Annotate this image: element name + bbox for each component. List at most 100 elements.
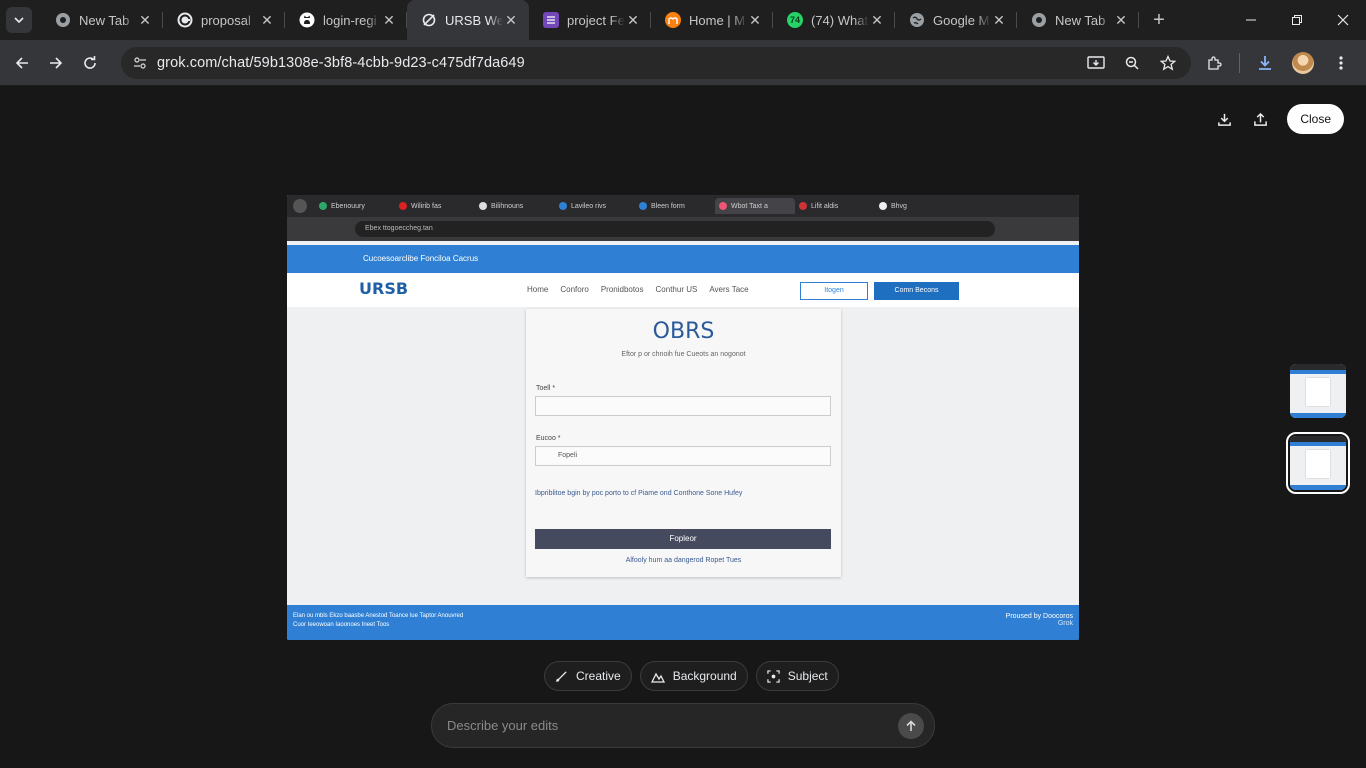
- extensions-button[interactable]: [1197, 46, 1231, 80]
- close-icon[interactable]: ✕: [1113, 12, 1129, 29]
- tab-title: Home | M: [689, 12, 746, 28]
- address-bar-actions: [1083, 47, 1181, 79]
- tab-title: New Tab: [1055, 12, 1106, 28]
- send-button[interactable]: [898, 712, 924, 739]
- preview-browser-tabs: Ebenouury Wilirib fas Bilihnouns Lavileo…: [287, 195, 1079, 217]
- chrome-menu-button[interactable]: [1324, 46, 1358, 80]
- tab-home-m[interactable]: Home | M ✕: [651, 0, 773, 40]
- browser-toolbar: grok.com/chat/59b1308e-3bf8-4cbb-9d23-c4…: [0, 40, 1366, 86]
- url-text[interactable]: grok.com/chat/59b1308e-3bf8-4cbb-9d23-c4…: [157, 55, 525, 71]
- close-icon[interactable]: ✕: [869, 12, 885, 29]
- downloads-button[interactable]: [1248, 46, 1282, 80]
- close-icon[interactable]: ✕: [381, 12, 397, 29]
- preview-tab-label: Ebenouury: [331, 202, 365, 210]
- share-image-button[interactable]: [1247, 104, 1273, 134]
- creative-chip[interactable]: Creative: [544, 661, 632, 691]
- tab-project-fe[interactable]: project Fe ✕: [529, 0, 651, 40]
- preview-footer-text: Cuor Ieeowoan Iaoonoes Ineet Toos: [293, 622, 390, 628]
- preview-tab: Ebenouury: [315, 198, 395, 214]
- preview-footer: Elan ou mbls Ekzo baasbe Anestod Toance …: [287, 605, 1079, 640]
- install-app-icon[interactable]: [1083, 55, 1109, 71]
- preview-tab: Bhvg: [875, 198, 955, 214]
- preview-banner: Cucoesoarclibe Fonciloa Cacrus: [287, 245, 1079, 273]
- new-tab-button[interactable]: +: [1145, 6, 1173, 34]
- grammarly-icon: [177, 12, 193, 28]
- preview-subtitle: Eftor p or chnoih fue Cueots an nogonot: [621, 351, 746, 358]
- preview-tab: Lavileo rivs: [555, 198, 635, 214]
- preview-tab: Wbot Taxt a: [715, 198, 795, 214]
- close-icon[interactable]: ✕: [503, 12, 519, 29]
- chrome-icon: [1031, 12, 1047, 28]
- preview-tab-label: Wilirib fas: [411, 202, 442, 210]
- close-window-button[interactable]: [1320, 0, 1366, 40]
- minimize-button[interactable]: [1228, 0, 1274, 40]
- arrow-up-icon: [906, 719, 916, 731]
- tab-list: New Tab ✕ proposal ✕ login-regi ✕ URSB W…: [41, 0, 1139, 40]
- preview-register-button: Comn Becons: [874, 282, 959, 300]
- globe-icon: [909, 12, 925, 28]
- tab-google-m[interactable]: Google M ✕: [895, 0, 1017, 40]
- arrow-right-icon: [50, 56, 63, 69]
- image-version-thumbnail[interactable]: [1290, 364, 1346, 418]
- preview-address-bar: Ebex ttogoeccheg.tan: [355, 221, 995, 237]
- preview-nav-links: Home Conforo Pronidbotos Conthur US Aver…: [527, 285, 749, 294]
- preview-tab: Wilirib fas: [395, 198, 475, 214]
- avatar: [1292, 52, 1314, 74]
- subject-chip[interactable]: Subject: [755, 661, 839, 691]
- preview-nav-link: Conforo: [560, 285, 589, 294]
- tab-title: New Tab: [79, 12, 130, 28]
- tab-proposal[interactable]: proposal ✕: [163, 0, 285, 40]
- tab-new-tab-1[interactable]: New Tab ✕: [41, 0, 163, 40]
- more-vertical-icon: [1339, 56, 1343, 70]
- profile-button[interactable]: [1286, 46, 1320, 80]
- tab-search-button[interactable]: [6, 7, 32, 33]
- restore-button[interactable]: [1274, 0, 1320, 40]
- chip-label: Subject: [787, 669, 828, 683]
- zoom-icon[interactable]: [1119, 55, 1145, 71]
- close-icon[interactable]: ✕: [259, 12, 275, 29]
- landscape-icon: [650, 672, 665, 683]
- preview-menu-icon: [293, 199, 307, 213]
- back-button[interactable]: [5, 46, 39, 80]
- background-chip[interactable]: Background: [639, 661, 748, 691]
- address-bar[interactable]: grok.com/chat/59b1308e-3bf8-4cbb-9d23-c4…: [121, 47, 1191, 79]
- edit-prompt-input[interactable]: [447, 718, 898, 733]
- bookmark-star-icon[interactable]: [1155, 55, 1181, 71]
- download-image-button[interactable]: [1211, 104, 1237, 134]
- chip-label: Creative: [576, 669, 621, 683]
- forward-button[interactable]: [39, 46, 73, 80]
- chip-label: Background: [672, 669, 737, 683]
- tab-ursb-active[interactable]: URSB Wel ✕: [407, 0, 529, 40]
- preview-tab: Bilihnouns: [475, 198, 555, 214]
- thumb-part: [1290, 370, 1346, 374]
- preview-footer-credit-text: Proused by Doocoros: [1005, 613, 1073, 620]
- preview-field: [535, 396, 831, 416]
- preview-field-label: Eucoo *: [536, 435, 561, 442]
- download-icon: [1259, 56, 1271, 70]
- preview-footer-link: Alfooly hum aa dangerod Ropet Tues: [625, 557, 742, 564]
- thumb-part: [1290, 485, 1346, 490]
- site-info-icon[interactable]: [125, 55, 155, 71]
- toolbar-divider: [1239, 53, 1240, 73]
- tab-whatsapp[interactable]: 74 (74) What ✕: [773, 0, 895, 40]
- preview-login-button: Itogen: [800, 282, 868, 300]
- preview-tab-label: Bilihnouns: [491, 202, 524, 210]
- close-icon[interactable]: ✕: [747, 12, 763, 29]
- preview-footer-credit: Proused by Doocoros Grok: [1006, 613, 1073, 627]
- close-viewer-button[interactable]: Close: [1287, 104, 1344, 134]
- image-version-thumbnail-selected[interactable]: [1286, 432, 1350, 494]
- close-icon[interactable]: ✕: [625, 12, 641, 29]
- reload-button[interactable]: [73, 46, 107, 80]
- chevron-down-icon: [14, 17, 24, 24]
- tab-new-tab-2[interactable]: New Tab ✕: [1017, 0, 1139, 40]
- close-icon[interactable]: ✕: [991, 12, 1007, 29]
- preview-nav-link: Avers Tace: [709, 285, 749, 294]
- tab-title: project Fe: [567, 12, 625, 28]
- tab-login-regi[interactable]: login-regi ✕: [285, 0, 407, 40]
- preview-nav-link: Pronidbotos: [600, 285, 644, 294]
- share-icon: [1253, 112, 1267, 126]
- close-icon[interactable]: ✕: [137, 12, 153, 29]
- preview-nav-link: Home: [527, 285, 549, 294]
- preview-footer-text: Elan ou mbls Ekzo baasbe Anestod Toance …: [293, 613, 464, 619]
- preview-tab-label: Bleen form: [651, 202, 685, 210]
